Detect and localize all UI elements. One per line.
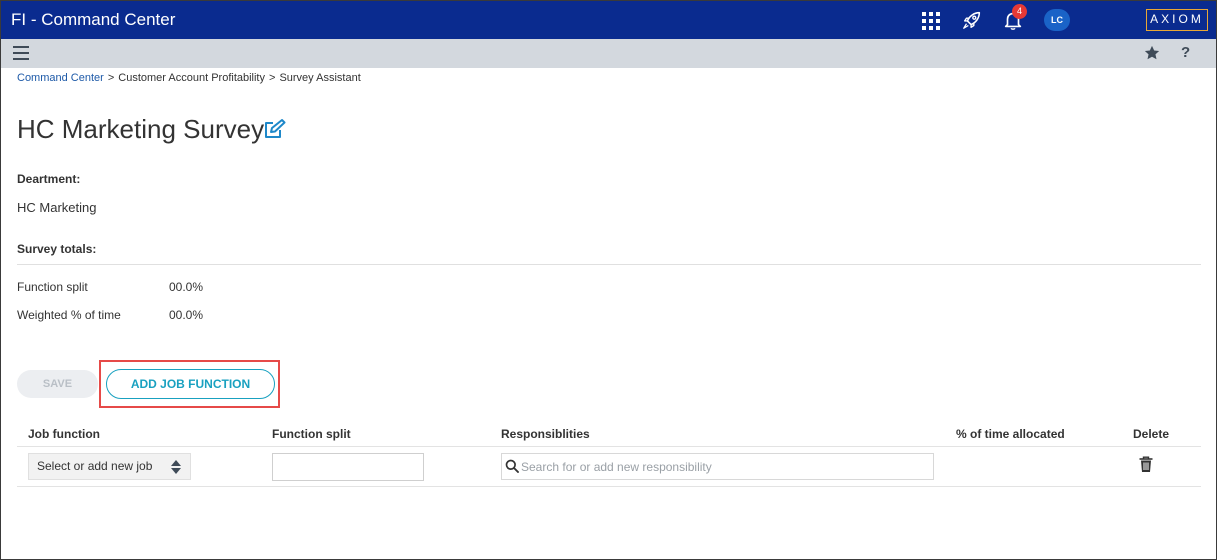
function-split-input[interactable] bbox=[272, 453, 424, 481]
user-avatar[interactable]: LC bbox=[1044, 9, 1070, 31]
top-bar: FI - Command Center 4 LC AXIOM bbox=[1, 1, 1216, 39]
column-header-job-function: Job function bbox=[28, 427, 100, 441]
help-icon[interactable]: ? bbox=[1181, 44, 1195, 61]
column-header-delete: Delete bbox=[1133, 427, 1170, 441]
survey-totals-label: Survey totals: bbox=[17, 242, 97, 256]
responsibility-search-input[interactable] bbox=[521, 454, 926, 479]
app-title: FI - Command Center bbox=[11, 10, 176, 29]
breadcrumb-customer-account-profitability[interactable]: Customer Account Profitability bbox=[118, 72, 265, 84]
breadcrumb-command-center[interactable]: Command Center bbox=[17, 72, 104, 84]
trash-icon[interactable] bbox=[1138, 456, 1154, 473]
department-label: Deartment: bbox=[17, 172, 81, 186]
section-divider bbox=[17, 264, 1201, 265]
column-header-responsibilities: Responsiblities bbox=[501, 427, 590, 441]
save-button[interactable]: SAVE bbox=[17, 370, 98, 398]
function-split-label: Function split bbox=[17, 280, 88, 294]
add-job-function-button[interactable]: ADD JOB FUNCTION bbox=[106, 369, 275, 399]
job-function-select[interactable]: Select or add new job bbox=[28, 453, 191, 480]
search-icon bbox=[505, 459, 519, 473]
sub-toolbar: ? bbox=[1, 39, 1216, 68]
edit-icon[interactable] bbox=[263, 118, 287, 140]
star-icon[interactable] bbox=[1143, 44, 1161, 62]
breadcrumb-survey-assistant: Survey Assistant bbox=[279, 72, 361, 84]
notification-badge: 4 bbox=[1012, 4, 1027, 19]
column-header-time-allocated: % of time allocated bbox=[956, 427, 1065, 441]
weighted-time-value: 00.0% bbox=[169, 308, 204, 322]
column-header-function-split: Function split bbox=[272, 427, 351, 441]
rocket-icon[interactable] bbox=[961, 9, 983, 31]
function-split-value: 00.0% bbox=[169, 280, 204, 294]
apps-grid-icon[interactable] bbox=[922, 12, 940, 30]
hamburger-menu-icon[interactable] bbox=[13, 46, 29, 60]
page-title: HC Marketing Survey bbox=[17, 114, 265, 144]
breadcrumb-separator: > bbox=[269, 72, 276, 84]
axiom-logo: AXIOM bbox=[1146, 9, 1208, 31]
breadcrumb-separator: > bbox=[107, 72, 115, 84]
row-divider bbox=[17, 486, 1201, 487]
sort-arrows-icon bbox=[171, 460, 181, 474]
department-value: HC Marketing bbox=[17, 200, 97, 215]
header-divider bbox=[17, 446, 1201, 447]
breadcrumb: Command Center > Customer Account Profitab… bbox=[17, 72, 361, 84]
weighted-time-label: Weighted % of time bbox=[17, 308, 121, 322]
